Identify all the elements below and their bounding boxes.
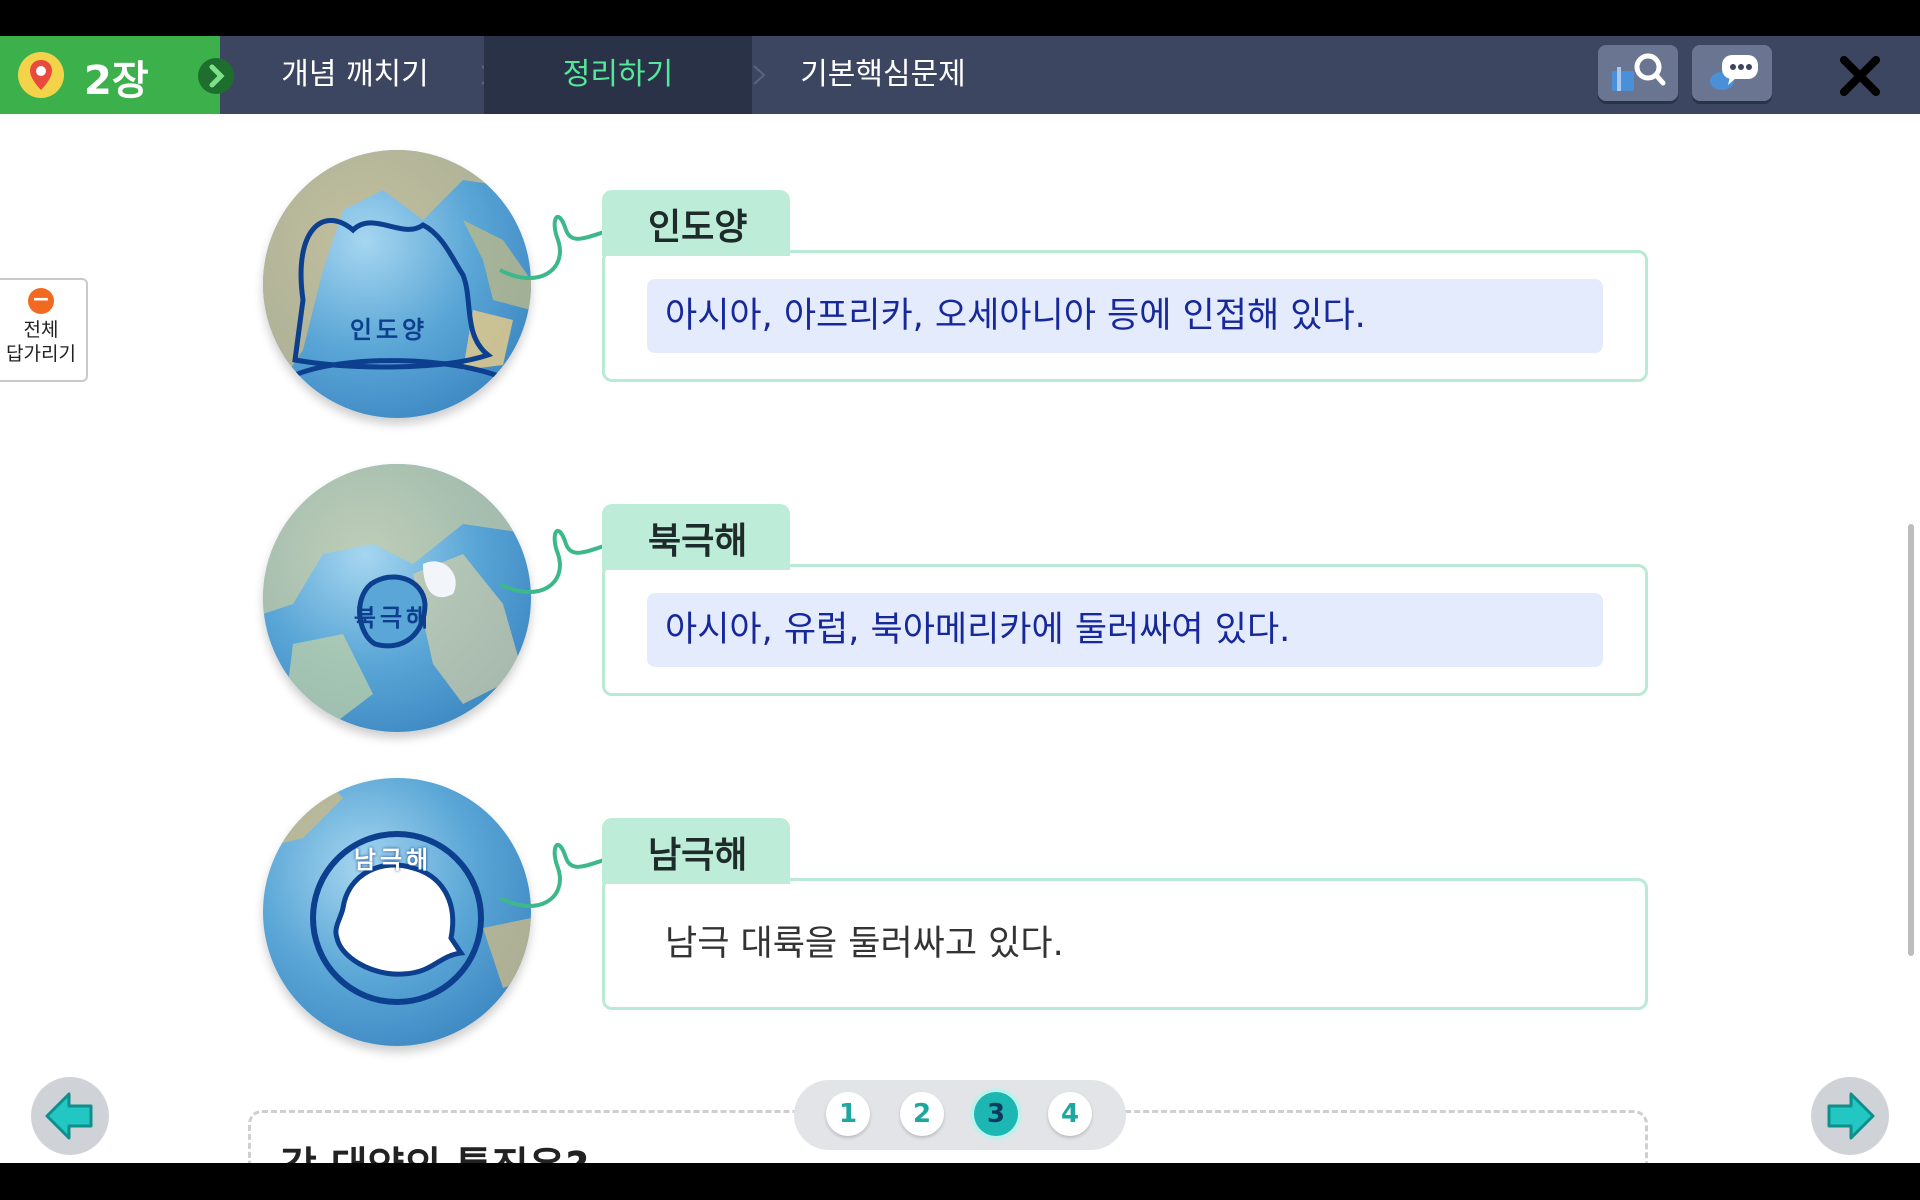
search-book-icon <box>1612 53 1666 91</box>
arrow-left-icon <box>45 1092 93 1140</box>
page-indicator: 1 2 3 4 <box>794 1080 1126 1150</box>
page-button-1[interactable]: 1 <box>826 1092 870 1136</box>
globe-map-image <box>263 150 531 390</box>
ocean-title-tag: 인도양 <box>602 190 790 256</box>
arrow-right-icon <box>1827 1092 1875 1140</box>
tab-concept[interactable]: 개념 깨치기 <box>240 36 470 114</box>
globe-label: 북극해 <box>353 604 433 632</box>
chevron-right-icon[interactable] <box>196 56 236 96</box>
ocean-card: 아시아, 아프리카, 오세아니아 등에 인접해 있다. <box>602 250 1648 382</box>
ocean-description[interactable]: 아시아, 유럽, 북아메리카에 둘러싸여 있다. <box>647 593 1603 667</box>
globe-label: 인도양 <box>349 316 429 344</box>
tab-summary[interactable]: 정리하기 <box>484 36 752 114</box>
ocean-title: 북극해 <box>648 521 748 562</box>
globe-map-image <box>263 778 531 1005</box>
ocean-card: 아시아, 유럽, 북아메리카에 둘러싸여 있다. <box>602 564 1648 696</box>
ocean-description[interactable]: 남극 대륙을 둘러싸고 있다. <box>647 907 1603 981</box>
ocean-title-tag: 북극해 <box>602 504 790 570</box>
ocean-title: 인도양 <box>648 207 748 248</box>
prev-page-button[interactable] <box>31 1077 109 1155</box>
answer-toggle-line1: 전체 <box>23 319 59 341</box>
chapter-badge[interactable]: 2장 <box>0 36 234 114</box>
page-button-3[interactable]: 3 <box>974 1092 1018 1136</box>
ocean-card: 남극 대륙을 둘러싸고 있다. <box>602 878 1648 1010</box>
close-icon[interactable] <box>1836 52 1884 100</box>
scrollbar[interactable] <box>1908 524 1914 956</box>
answer-toggle-line2: 답가리기 <box>6 343 76 365</box>
page-button-2[interactable]: 2 <box>900 1092 944 1136</box>
minus-icon: − <box>28 288 54 314</box>
content-area: − 전체 답가리기 인도양 아시아, 아프리카, 오세아니아 등에 인접해 있다… <box>0 114 1920 1163</box>
ocean-title-tag: 남극해 <box>602 818 790 884</box>
chapter-number: 2장 <box>84 58 149 104</box>
page-button-4[interactable]: 4 <box>1048 1092 1092 1136</box>
globe-label: 남극해 <box>353 846 433 874</box>
next-page-button[interactable] <box>1811 1077 1889 1155</box>
tab-separator <box>753 65 766 85</box>
chat-button[interactable] <box>1692 45 1772 101</box>
top-nav-bar: 2장 개념 깨치기 정리하기 기본핵심문제 <box>0 36 1920 114</box>
ocean-title: 남극해 <box>648 835 748 876</box>
ocean-description[interactable]: 아시아, 아프리카, 오세아니아 등에 인접해 있다. <box>647 279 1603 353</box>
search-book-button[interactable] <box>1598 45 1678 101</box>
bottom-bar <box>0 1163 1920 1200</box>
location-pin-icon <box>18 52 64 98</box>
chat-icon <box>1710 55 1758 90</box>
globe-southern-ocean: 남극해 <box>263 778 531 1046</box>
hide-all-answers-button[interactable]: − 전체 답가리기 <box>0 278 88 382</box>
tab-core-problems[interactable]: 기본핵심문제 <box>770 36 996 114</box>
globe-arctic-ocean: 북극해 <box>263 464 531 732</box>
next-section-heading: 각 대양의 특징은? <box>280 1134 589 1163</box>
globe-indian-ocean: 인도양 <box>263 150 531 418</box>
